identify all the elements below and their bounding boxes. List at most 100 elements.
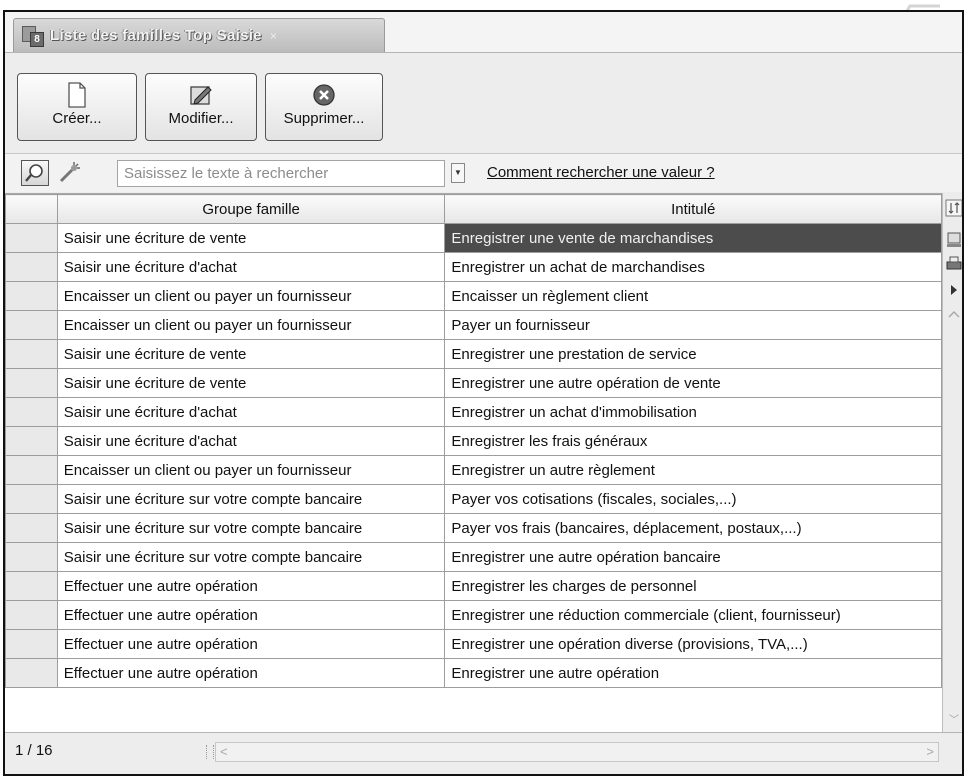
row-selector[interactable]: [5, 426, 58, 456]
create-button[interactable]: Créer...: [17, 73, 137, 141]
table-row[interactable]: Saisir une écriture de vente Enregistrer …: [5, 339, 942, 369]
families-table: Groupe famille Intitulé Saisir une écrit…: [5, 194, 942, 688]
row-selector[interactable]: [5, 368, 58, 398]
table-row[interactable]: Effectuer une autre opération Enregistrer…: [5, 658, 942, 688]
table-row[interactable]: Saisir une écriture de vente Enregistrer …: [5, 223, 942, 253]
table-row[interactable]: Encaisser un client ou payer un fourniss…: [5, 281, 942, 311]
new-document-icon: [68, 82, 86, 108]
row-selector[interactable]: [5, 484, 58, 514]
expand-arrow-icon[interactable]: [945, 281, 963, 299]
cell-groupe-famille[interactable]: Encaisser un client ou payer un fourniss…: [56, 455, 446, 485]
scroll-left-icon[interactable]: <: [220, 744, 228, 759]
delete-icon: [313, 84, 335, 106]
delete-label: Supprimer...: [283, 110, 365, 127]
column-header-intitule[interactable]: Intitulé: [444, 194, 942, 224]
row-selector[interactable]: [5, 223, 58, 253]
row-selector[interactable]: [5, 252, 58, 282]
row-selector[interactable]: [5, 513, 58, 543]
table-row[interactable]: Saisir une écriture de vente Enregistrer …: [5, 368, 942, 398]
cell-intitule[interactable]: Payer un fournisseur: [444, 310, 942, 340]
table-row[interactable]: Saisir une écriture sur votre compte ban…: [5, 484, 942, 514]
table-row[interactable]: Saisir une écriture d'achat Enregistrer l…: [5, 426, 942, 456]
row-selector[interactable]: [5, 281, 58, 311]
row-selector[interactable]: [5, 658, 58, 688]
toolbar: Créer... Modifier... Supprimer...: [5, 53, 962, 153]
cell-groupe-famille[interactable]: Saisir une écriture de vente: [56, 339, 446, 369]
close-icon[interactable]: ×: [270, 29, 277, 43]
row-selector[interactable]: [5, 397, 58, 427]
table-row[interactable]: Effectuer une autre opération Enregistrer…: [5, 571, 942, 601]
scrollbar-grip-icon[interactable]: [206, 745, 214, 759]
row-selector[interactable]: [5, 629, 58, 659]
cell-intitule[interactable]: Enregistrer une opération diverse (provi…: [444, 629, 942, 659]
cell-groupe-famille[interactable]: Saisir une écriture d'achat: [56, 397, 446, 427]
cell-intitule[interactable]: Payer vos frais (bancaires, déplacement,…: [444, 513, 942, 543]
status-bar: 1 / 16 < >: [5, 732, 962, 774]
row-selector[interactable]: [5, 339, 58, 369]
table-row[interactable]: Saisir une écriture sur votre compte ban…: [5, 542, 942, 572]
cell-intitule[interactable]: Enregistrer un achat d'immobilisation: [444, 397, 942, 427]
cell-intitule[interactable]: Encaisser un règlement client: [444, 281, 942, 311]
scroll-up-icon[interactable]: [945, 305, 963, 323]
create-label: Créer...: [52, 110, 102, 127]
cell-intitule[interactable]: Enregistrer une prestation de service: [444, 339, 942, 369]
table-row[interactable]: Effectuer une autre opération Enregistrer…: [5, 629, 942, 659]
search-help-link[interactable]: Comment rechercher une valeur ?: [487, 164, 715, 181]
cell-groupe-famille[interactable]: Effectuer une autre opération: [56, 658, 446, 688]
row-selector[interactable]: [5, 542, 58, 572]
cell-intitule[interactable]: Enregistrer un achat de marchandises: [444, 252, 942, 282]
cell-groupe-famille[interactable]: Saisir une écriture d'achat: [56, 426, 446, 456]
advanced-search-icon[interactable]: [57, 161, 83, 185]
tab-title: Liste des familles Top Saisie: [50, 27, 262, 44]
cell-intitule[interactable]: Enregistrer un autre règlement: [444, 455, 942, 485]
search-input[interactable]: [117, 160, 445, 187]
horizontal-scrollbar[interactable]: < >: [206, 742, 939, 762]
scroll-down-icon[interactable]: ﹀: [946, 711, 962, 729]
modify-button[interactable]: Modifier...: [145, 73, 257, 141]
cell-groupe-famille[interactable]: Saisir une écriture de vente: [56, 368, 446, 398]
table-row[interactable]: Saisir une écriture d'achat Enregistrer u…: [5, 252, 942, 282]
table-row[interactable]: Effectuer une autre opération Enregistrer…: [5, 600, 942, 630]
tab-familles-list[interactable]: 8 Liste des familles Top Saisie ×: [13, 18, 385, 52]
cell-intitule[interactable]: Enregistrer une vente de marchandises: [444, 223, 942, 253]
cell-groupe-famille[interactable]: Saisir une écriture de vente: [56, 223, 446, 253]
tab-strip: 8 Liste des familles Top Saisie ×: [5, 12, 962, 53]
cell-intitule[interactable]: Enregistrer une autre opération bancaire: [444, 542, 942, 572]
cell-intitule[interactable]: Enregistrer une autre opération: [444, 658, 942, 688]
delete-button[interactable]: Supprimer...: [265, 73, 383, 141]
cell-intitule[interactable]: Enregistrer une réduction commerciale (c…: [444, 600, 942, 630]
cell-intitule[interactable]: Enregistrer une autre opération de vente: [444, 368, 942, 398]
sort-icon[interactable]: [945, 199, 963, 217]
cell-groupe-famille[interactable]: Saisir une écriture sur votre compte ban…: [56, 484, 446, 514]
scroll-right-icon[interactable]: >: [926, 744, 934, 759]
cell-groupe-famille[interactable]: Effectuer une autre opération: [56, 571, 446, 601]
preview-icon[interactable]: [945, 231, 963, 249]
table-row[interactable]: Encaisser un client ou payer un fourniss…: [5, 310, 942, 340]
row-selector[interactable]: [5, 571, 58, 601]
main-window: 8 Liste des familles Top Saisie × Créer.…: [3, 10, 964, 776]
cell-groupe-famille[interactable]: Saisir une écriture d'achat: [56, 252, 446, 282]
row-selector[interactable]: [5, 310, 58, 340]
modify-label: Modifier...: [168, 110, 234, 127]
search-dropdown-button[interactable]: ▼: [451, 163, 465, 183]
edit-icon: [190, 86, 212, 105]
row-selector[interactable]: [5, 455, 58, 485]
document-list-icon: 8: [22, 25, 44, 47]
cell-groupe-famille[interactable]: Effectuer une autre opération: [56, 600, 446, 630]
cell-intitule[interactable]: Enregistrer les charges de personnel: [444, 571, 942, 601]
cell-intitule[interactable]: Payer vos cotisations (fiscales, sociale…: [444, 484, 942, 514]
cell-intitule[interactable]: Enregistrer les frais généraux: [444, 426, 942, 456]
column-header-groupe-famille[interactable]: Groupe famille: [56, 194, 446, 224]
table-row[interactable]: Encaisser un client ou payer un fourniss…: [5, 455, 942, 485]
cell-groupe-famille[interactable]: Saisir une écriture sur votre compte ban…: [56, 513, 446, 543]
table-row[interactable]: Saisir une écriture d'achat Enregistrer u…: [5, 397, 942, 427]
table-row[interactable]: Saisir une écriture sur votre compte ban…: [5, 513, 942, 543]
cell-groupe-famille[interactable]: Encaisser un client ou payer un fourniss…: [56, 281, 446, 311]
search-icon[interactable]: [21, 160, 49, 186]
cell-groupe-famille[interactable]: Effectuer une autre opération: [56, 629, 446, 659]
cell-groupe-famille[interactable]: Encaisser un client ou payer un fourniss…: [56, 310, 446, 340]
print-icon[interactable]: [945, 255, 963, 273]
row-selector[interactable]: [5, 600, 58, 630]
table-header-row: Groupe famille Intitulé: [5, 194, 942, 224]
cell-groupe-famille[interactable]: Saisir une écriture sur votre compte ban…: [56, 542, 446, 572]
